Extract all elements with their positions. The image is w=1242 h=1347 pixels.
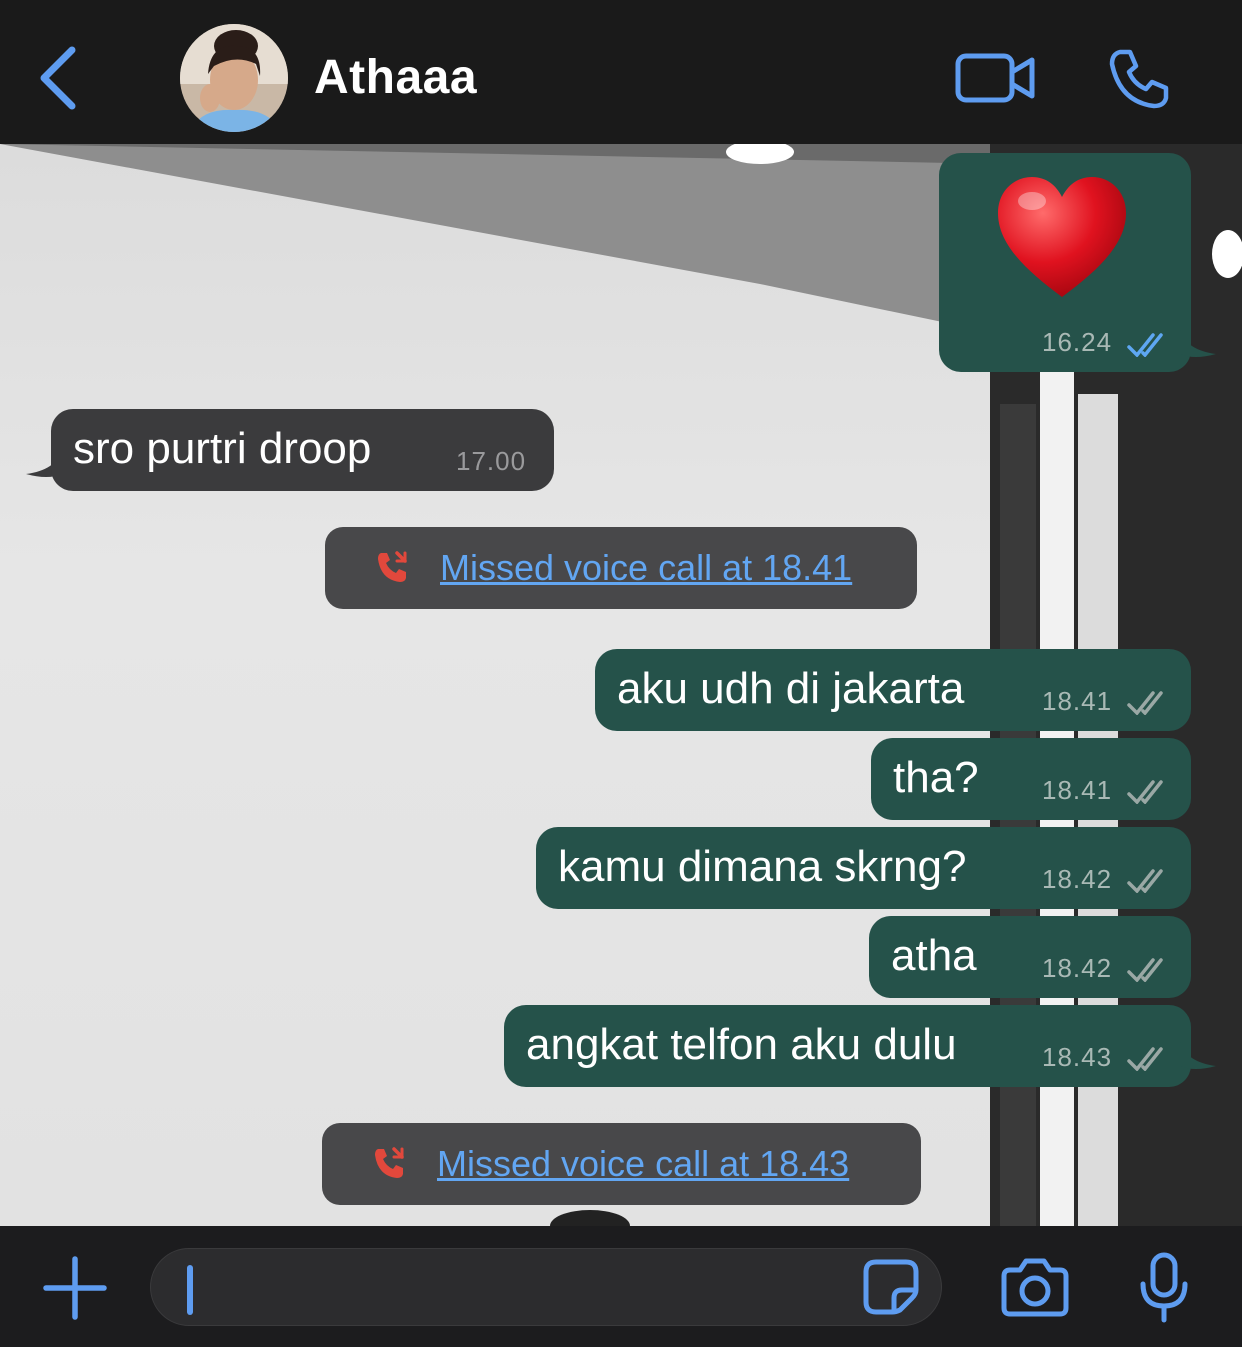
microphone-icon[interactable] <box>1138 1252 1190 1324</box>
chevron-left-icon[interactable] <box>30 38 90 118</box>
text-caret <box>187 1265 193 1315</box>
phone-icon[interactable] <box>1106 46 1172 112</box>
plus-icon[interactable] <box>42 1255 108 1321</box>
message-bubble-outgoing[interactable]: aku udh di jakarta 18.41 <box>595 649 1191 731</box>
message-bubble-outgoing[interactable]: angkat telfon aku dulu 18.43 <box>504 1005 1191 1087</box>
message-text: angkat telfon aku dulu <box>526 1020 957 1069</box>
message-time: 17.00 <box>456 446 527 476</box>
bubble-tail <box>1180 330 1216 357</box>
message-text: kamu dimana skrng? <box>558 842 967 891</box>
chat-header: Athaaa <box>0 0 1242 144</box>
message-time: 18.43 <box>1042 1042 1113 1072</box>
bubble-tail <box>1180 1042 1216 1069</box>
message-text: tha? <box>893 753 979 802</box>
message-bubble-outgoing[interactable]: kamu dimana skrng? 18.42 <box>536 827 1191 909</box>
read-ticks-icon <box>1127 333 1163 357</box>
message-text: aku udh di jakarta <box>617 664 965 713</box>
message-text: sro purtri droop <box>73 424 372 473</box>
message-time: 16.24 <box>1042 327 1113 357</box>
chat-area: 16.24 sro purtri droop 17.00 Missed voic… <box>0 144 1242 1226</box>
delivered-ticks-icon <box>1127 691 1163 715</box>
camera-icon[interactable] <box>1000 1256 1070 1318</box>
message-bubble-outgoing[interactable]: atha 18.42 <box>869 916 1191 998</box>
message-input[interactable] <box>150 1248 942 1326</box>
missed-call-text[interactable]: Missed voice call at 18.41 <box>440 547 852 589</box>
contact-name[interactable]: Athaaa <box>314 50 477 105</box>
missed-call-notice[interactable]: Missed voice call at 18.41 <box>325 527 917 609</box>
message-time: 18.42 <box>1042 864 1113 894</box>
message-time: 18.41 <box>1042 686 1113 716</box>
heart-emoji-icon <box>998 177 1126 297</box>
video-camera-icon[interactable] <box>954 48 1038 108</box>
missed-call-icon <box>378 551 407 582</box>
missed-call-icon <box>375 1147 404 1178</box>
message-time: 18.42 <box>1042 953 1113 983</box>
message-bubble-incoming[interactable]: sro purtri droop 17.00 <box>51 409 554 491</box>
missed-call-notice[interactable]: Missed voice call at 18.43 <box>322 1123 921 1205</box>
delivered-ticks-icon <box>1127 958 1163 982</box>
delivered-ticks-icon <box>1127 1047 1163 1071</box>
delivered-ticks-icon <box>1127 869 1163 893</box>
delivered-ticks-icon <box>1127 780 1163 804</box>
missed-call-text[interactable]: Missed voice call at 18.43 <box>437 1143 849 1185</box>
message-bubble-outgoing[interactable]: 16.24 <box>939 153 1191 372</box>
avatar[interactable] <box>180 24 288 132</box>
message-time: 18.41 <box>1042 775 1113 805</box>
message-bubble-outgoing[interactable]: tha? 18.41 <box>871 738 1191 820</box>
message-text: atha <box>891 931 977 980</box>
sticker-icon[interactable] <box>862 1258 920 1316</box>
